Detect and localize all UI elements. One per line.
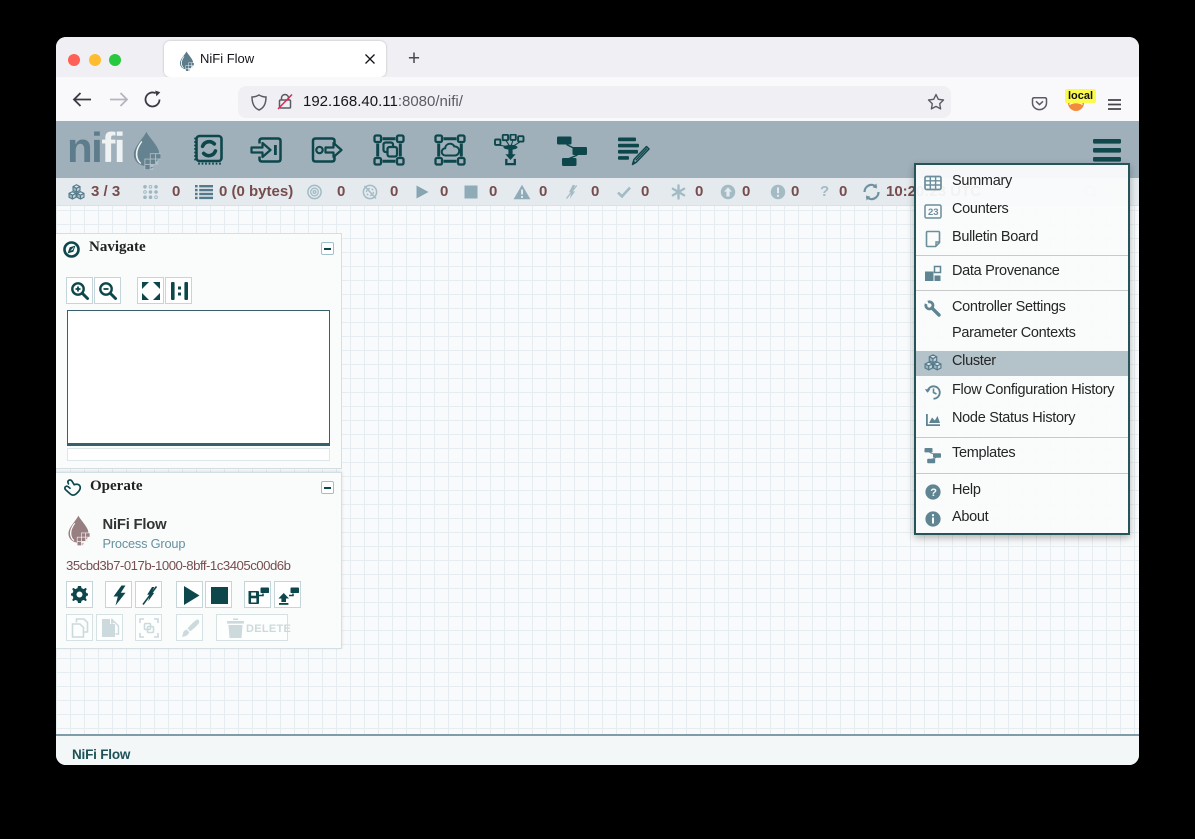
svg-text:23: 23 — [928, 207, 939, 218]
svg-text:?: ? — [930, 487, 937, 499]
